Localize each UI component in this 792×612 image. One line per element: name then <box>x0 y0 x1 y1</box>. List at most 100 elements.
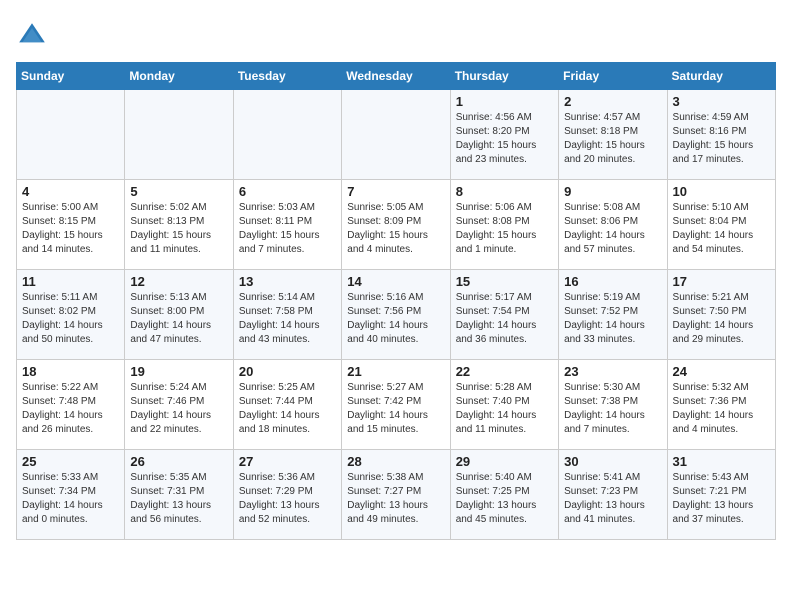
day-number: 26 <box>130 454 227 469</box>
day-info: Sunrise: 5:43 AMSunset: 7:21 PMDaylight:… <box>673 471 770 527</box>
day-number: 21 <box>347 364 444 379</box>
day-number: 22 <box>456 364 553 379</box>
day-number: 17 <box>673 274 770 289</box>
day-of-week-header: Thursday <box>450 63 558 90</box>
day-number: 31 <box>673 454 770 469</box>
logo-icon <box>16 20 48 52</box>
day-info: Sunrise: 5:00 AMSunset: 8:15 PMDaylight:… <box>22 201 119 257</box>
calendar-cell: 16 Sunrise: 5:19 AMSunset: 7:52 PMDayligh… <box>559 270 667 360</box>
day-info: Sunrise: 5:17 AMSunset: 7:54 PMDaylight:… <box>456 291 553 347</box>
day-info: Sunrise: 5:10 AMSunset: 8:04 PMDaylight:… <box>673 201 770 257</box>
calendar-cell: 15 Sunrise: 5:17 AMSunset: 7:54 PMDayligh… <box>450 270 558 360</box>
day-number: 28 <box>347 454 444 469</box>
day-number: 9 <box>564 184 661 199</box>
day-number: 4 <box>22 184 119 199</box>
calendar-week-row: 11 Sunrise: 5:11 AMSunset: 8:02 PMDayligh… <box>17 270 776 360</box>
day-number: 25 <box>22 454 119 469</box>
day-info: Sunrise: 5:25 AMSunset: 7:44 PMDaylight:… <box>239 381 336 437</box>
calendar-cell: 31 Sunrise: 5:43 AMSunset: 7:21 PMDayligh… <box>667 450 775 540</box>
day-info: Sunrise: 5:06 AMSunset: 8:08 PMDaylight:… <box>456 201 553 257</box>
day-number: 18 <box>22 364 119 379</box>
day-info: Sunrise: 5:33 AMSunset: 7:34 PMDaylight:… <box>22 471 119 527</box>
calendar-cell: 30 Sunrise: 5:41 AMSunset: 7:23 PMDayligh… <box>559 450 667 540</box>
calendar-cell: 13Sunrise: 5:14 AMSunset: 7:58 PMDayligh… <box>233 270 341 360</box>
calendar-week-row: 1Sunrise: 4:56 AMSunset: 8:20 PMDaylight… <box>17 90 776 180</box>
day-info: Sunrise: 5:40 AMSunset: 7:25 PMDaylight:… <box>456 471 553 527</box>
day-number: 7 <box>347 184 444 199</box>
calendar-header: SundayMondayTuesdayWednesdayThursdayFrid… <box>17 63 776 90</box>
calendar-cell: 29 Sunrise: 5:40 AMSunset: 7:25 PMDayligh… <box>450 450 558 540</box>
day-number: 5 <box>130 184 227 199</box>
days-of-week-row: SundayMondayTuesdayWednesdayThursdayFrid… <box>17 63 776 90</box>
day-info: Sunrise: 5:28 AMSunset: 7:40 PMDaylight:… <box>456 381 553 437</box>
calendar-cell: 7 Sunrise: 5:05 AMSunset: 8:09 PMDaylight… <box>342 180 450 270</box>
calendar-week-row: 18 Sunrise: 5:22 AMSunset: 7:48 PMDayligh… <box>17 360 776 450</box>
calendar-cell: 3Sunrise: 4:59 AMSunset: 8:16 PMDaylight… <box>667 90 775 180</box>
day-info: Sunrise: 5:27 AMSunset: 7:42 PMDaylight:… <box>347 381 444 437</box>
calendar-cell: 12Sunrise: 5:13 AMSunset: 8:00 PMDayligh… <box>125 270 233 360</box>
calendar-cell <box>342 90 450 180</box>
day-info: Sunrise: 5:03 AMSunset: 8:11 PMDaylight:… <box>239 201 336 257</box>
day-info: Sunrise: 5:22 AMSunset: 7:48 PMDaylight:… <box>22 381 119 437</box>
day-number: 15 <box>456 274 553 289</box>
day-of-week-header: Monday <box>125 63 233 90</box>
day-number: 30 <box>564 454 661 469</box>
day-info: Sunrise: 5:30 AMSunset: 7:38 PMDaylight:… <box>564 381 661 437</box>
calendar-cell: 27 Sunrise: 5:36 AMSunset: 7:29 PMDayligh… <box>233 450 341 540</box>
day-of-week-header: Wednesday <box>342 63 450 90</box>
calendar-cell: 26Sunrise: 5:35 AMSunset: 7:31 PMDayligh… <box>125 450 233 540</box>
day-number: 2 <box>564 94 661 109</box>
day-info: Sunrise: 5:05 AMSunset: 8:09 PMDaylight:… <box>347 201 444 257</box>
day-number: 14 <box>347 274 444 289</box>
day-info: Sunrise: 5:08 AMSunset: 8:06 PMDaylight:… <box>564 201 661 257</box>
logo <box>16 20 52 52</box>
page-header <box>16 16 776 52</box>
day-number: 11 <box>22 274 119 289</box>
day-number: 27 <box>239 454 336 469</box>
calendar-cell: 24Sunrise: 5:32 AMSunset: 7:36 PMDayligh… <box>667 360 775 450</box>
day-info: Sunrise: 5:11 AMSunset: 8:02 PMDaylight:… <box>22 291 119 347</box>
calendar-cell: 1Sunrise: 4:56 AMSunset: 8:20 PMDaylight… <box>450 90 558 180</box>
day-number: 20 <box>239 364 336 379</box>
day-info: Sunrise: 4:57 AMSunset: 8:18 PMDaylight:… <box>564 111 661 167</box>
day-number: 23 <box>564 364 661 379</box>
calendar-week-row: 25 Sunrise: 5:33 AMSunset: 7:34 PMDayligh… <box>17 450 776 540</box>
calendar-cell: 9 Sunrise: 5:08 AMSunset: 8:06 PMDaylight… <box>559 180 667 270</box>
calendar-cell: 18 Sunrise: 5:22 AMSunset: 7:48 PMDayligh… <box>17 360 125 450</box>
day-info: Sunrise: 4:56 AMSunset: 8:20 PMDaylight:… <box>456 111 553 167</box>
day-info: Sunrise: 5:21 AMSunset: 7:50 PMDaylight:… <box>673 291 770 347</box>
calendar-cell: 4 Sunrise: 5:00 AMSunset: 8:15 PMDaylight… <box>17 180 125 270</box>
calendar-cell: 11 Sunrise: 5:11 AMSunset: 8:02 PMDayligh… <box>17 270 125 360</box>
day-info: Sunrise: 5:16 AMSunset: 7:56 PMDaylight:… <box>347 291 444 347</box>
day-of-week-header: Tuesday <box>233 63 341 90</box>
day-info: Sunrise: 5:14 AMSunset: 7:58 PMDaylight:… <box>239 291 336 347</box>
calendar-table: SundayMondayTuesdayWednesdayThursdayFrid… <box>16 62 776 540</box>
day-of-week-header: Sunday <box>17 63 125 90</box>
day-info: Sunrise: 5:41 AMSunset: 7:23 PMDaylight:… <box>564 471 661 527</box>
day-info: Sunrise: 5:36 AMSunset: 7:29 PMDaylight:… <box>239 471 336 527</box>
day-info: Sunrise: 5:32 AMSunset: 7:36 PMDaylight:… <box>673 381 770 437</box>
calendar-cell: 21 Sunrise: 5:27 AMSunset: 7:42 PMDayligh… <box>342 360 450 450</box>
calendar-cell <box>233 90 341 180</box>
calendar-body: 1Sunrise: 4:56 AMSunset: 8:20 PMDaylight… <box>17 90 776 540</box>
day-number: 10 <box>673 184 770 199</box>
calendar-cell: 14 Sunrise: 5:16 AMSunset: 7:56 PMDayligh… <box>342 270 450 360</box>
day-info: Sunrise: 5:38 AMSunset: 7:27 PMDaylight:… <box>347 471 444 527</box>
day-of-week-header: Saturday <box>667 63 775 90</box>
day-number: 3 <box>673 94 770 109</box>
day-number: 16 <box>564 274 661 289</box>
day-info: Sunrise: 5:13 AMSunset: 8:00 PMDaylight:… <box>130 291 227 347</box>
calendar-cell: 20 Sunrise: 5:25 AMSunset: 7:44 PMDayligh… <box>233 360 341 450</box>
day-number: 29 <box>456 454 553 469</box>
day-number: 8 <box>456 184 553 199</box>
calendar-cell <box>125 90 233 180</box>
day-info: Sunrise: 5:24 AMSunset: 7:46 PMDaylight:… <box>130 381 227 437</box>
calendar-cell: 5Sunrise: 5:02 AMSunset: 8:13 PMDaylight… <box>125 180 233 270</box>
calendar-cell: 23 Sunrise: 5:30 AMSunset: 7:38 PMDayligh… <box>559 360 667 450</box>
day-info: Sunrise: 5:19 AMSunset: 7:52 PMDaylight:… <box>564 291 661 347</box>
calendar-cell: 8 Sunrise: 5:06 AMSunset: 8:08 PMDaylight… <box>450 180 558 270</box>
calendar-cell: 2 Sunrise: 4:57 AMSunset: 8:18 PMDaylight… <box>559 90 667 180</box>
calendar-cell: 17 Sunrise: 5:21 AMSunset: 7:50 PMDayligh… <box>667 270 775 360</box>
day-number: 19 <box>130 364 227 379</box>
calendar-cell: 25 Sunrise: 5:33 AMSunset: 7:34 PMDayligh… <box>17 450 125 540</box>
